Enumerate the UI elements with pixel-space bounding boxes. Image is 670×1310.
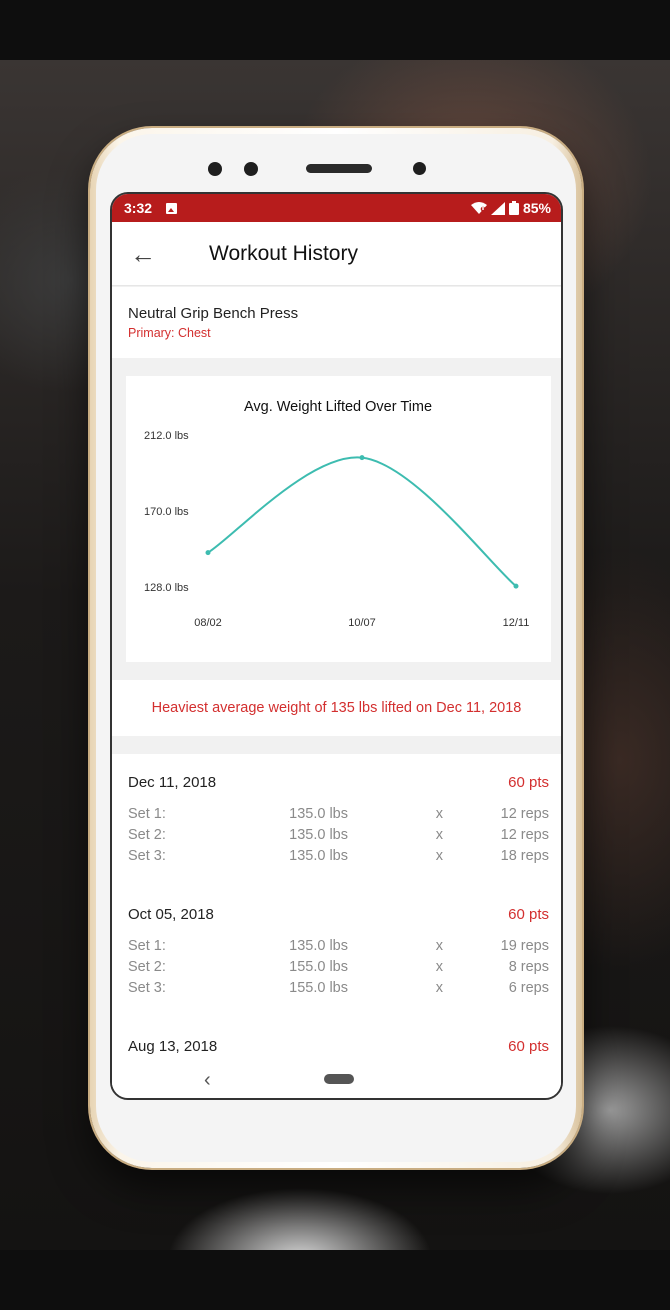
x-tick-label: 12/11 bbox=[503, 617, 530, 629]
image-notification-icon bbox=[166, 202, 178, 214]
set-label: Set 3: bbox=[128, 979, 166, 996]
set-multiplier: x bbox=[435, 979, 443, 996]
y-tick-label: 212.0 lbs bbox=[144, 430, 189, 442]
set-row: Set 2: 155.0 lbs x 8 reps bbox=[128, 956, 549, 977]
session-date: Aug 13, 2018 bbox=[128, 1038, 218, 1055]
bottom-letterbox bbox=[0, 1250, 670, 1310]
set-row: Set 3: 135.0 lbs x 18 reps bbox=[128, 845, 549, 866]
top-letterbox bbox=[0, 0, 670, 60]
set-reps: 18 reps bbox=[500, 847, 549, 864]
set-reps: 6 reps bbox=[508, 979, 549, 996]
app-bar: ← Workout History bbox=[112, 222, 561, 286]
chart-title: Avg. Weight Lifted Over Time bbox=[244, 399, 432, 415]
set-weight: 135.0 lbs bbox=[289, 805, 348, 822]
exercise-header: Neutral Grip Bench Press Primary: Chest bbox=[112, 287, 561, 358]
data-point bbox=[513, 583, 519, 589]
nav-back-icon[interactable]: ‹ bbox=[204, 1069, 211, 1092]
set-weight: 135.0 lbs bbox=[289, 847, 348, 864]
set-multiplier: x bbox=[435, 847, 443, 864]
set-multiplier: x bbox=[435, 826, 443, 843]
series-line bbox=[207, 456, 517, 587]
session-date: Oct 05, 2018 bbox=[128, 906, 214, 923]
weight-chart-card: Avg. Weight Lifted Over Time 212.0 lbs 17… bbox=[126, 376, 551, 662]
set-multiplier: x bbox=[435, 937, 443, 954]
set-reps: 8 reps bbox=[508, 958, 549, 975]
chart-section: Avg. Weight Lifted Over Time 212.0 lbs 17… bbox=[112, 358, 561, 680]
y-tick-label: 128.0 lbs bbox=[144, 582, 189, 594]
battery-percent: 85% bbox=[522, 200, 551, 216]
status-bar: 3:32 85% bbox=[112, 194, 561, 222]
cell-signal-icon bbox=[490, 201, 505, 215]
workout-session[interactable]: Dec 11, 2018 60 pts Set 1: 135.0 lbs x 1… bbox=[128, 754, 549, 886]
nav-home-pill[interactable] bbox=[324, 1074, 354, 1084]
set-row: Set 2: 135.0 lbs x 12 reps bbox=[128, 824, 549, 845]
set-row: Set 1: 135.0 lbs x 19 reps bbox=[128, 935, 549, 956]
session-points: 60 pts bbox=[508, 1038, 549, 1055]
weight-line-chart: Avg. Weight Lifted Over Time 212.0 lbs 17… bbox=[144, 399, 530, 629]
workout-session[interactable]: Oct 05, 2018 60 pts Set 1: 135.0 lbs x 1… bbox=[128, 886, 549, 1018]
front-sensor bbox=[208, 162, 222, 176]
page-title: Workout History bbox=[209, 241, 358, 265]
x-tick-label: 10/07 bbox=[348, 617, 376, 629]
session-header: Oct 05, 2018 60 pts bbox=[128, 906, 549, 923]
set-reps: 12 reps bbox=[500, 805, 549, 822]
session-header: Aug 13, 2018 60 pts bbox=[128, 1038, 549, 1055]
earpiece-speaker bbox=[306, 164, 372, 173]
set-label: Set 2: bbox=[128, 826, 166, 843]
front-camera bbox=[244, 162, 258, 176]
phone-screen: 3:32 85% ← Workout History Neutral Grip … bbox=[110, 192, 563, 1100]
back-arrow-icon[interactable]: ← bbox=[130, 241, 172, 267]
set-reps: 12 reps bbox=[500, 826, 549, 843]
set-row: Set 1: 135.0 lbs x 12 reps bbox=[128, 803, 549, 824]
set-label: Set 1: bbox=[128, 937, 166, 954]
wifi-icon bbox=[470, 201, 487, 214]
x-tick-label: 08/02 bbox=[194, 617, 222, 629]
exercise-primary-muscle: Primary: Chest bbox=[128, 326, 211, 340]
data-point bbox=[205, 550, 211, 556]
set-reps: 19 reps bbox=[500, 937, 549, 954]
battery-icon bbox=[508, 201, 519, 215]
set-label: Set 3: bbox=[128, 847, 166, 864]
heaviest-summary: Heaviest average weight of 135 lbs lifte… bbox=[112, 680, 561, 736]
session-header: Dec 11, 2018 60 pts bbox=[128, 774, 549, 791]
set-multiplier: x bbox=[435, 805, 443, 822]
data-point bbox=[359, 455, 365, 461]
set-weight: 155.0 lbs bbox=[289, 979, 348, 996]
set-label: Set 1: bbox=[128, 805, 166, 822]
set-row: Set 3: 155.0 lbs x 6 reps bbox=[128, 977, 549, 998]
set-weight: 135.0 lbs bbox=[289, 826, 348, 843]
set-label: Set 2: bbox=[128, 958, 166, 975]
y-tick-label: 170.0 lbs bbox=[144, 506, 189, 518]
session-points: 60 pts bbox=[508, 906, 549, 923]
session-points: 60 pts bbox=[508, 774, 549, 791]
exercise-name: Neutral Grip Bench Press bbox=[128, 305, 299, 322]
set-weight: 155.0 lbs bbox=[289, 958, 348, 975]
set-weight: 135.0 lbs bbox=[289, 937, 348, 954]
system-nav-bar: ‹ bbox=[112, 1064, 561, 1098]
status-time: 3:32 bbox=[124, 200, 153, 216]
proximity-sensor bbox=[413, 162, 426, 175]
session-history-list: Dec 11, 2018 60 pts Set 1: 135.0 lbs x 1… bbox=[112, 754, 561, 1087]
session-date: Dec 11, 2018 bbox=[128, 774, 217, 791]
set-multiplier: x bbox=[435, 958, 443, 975]
